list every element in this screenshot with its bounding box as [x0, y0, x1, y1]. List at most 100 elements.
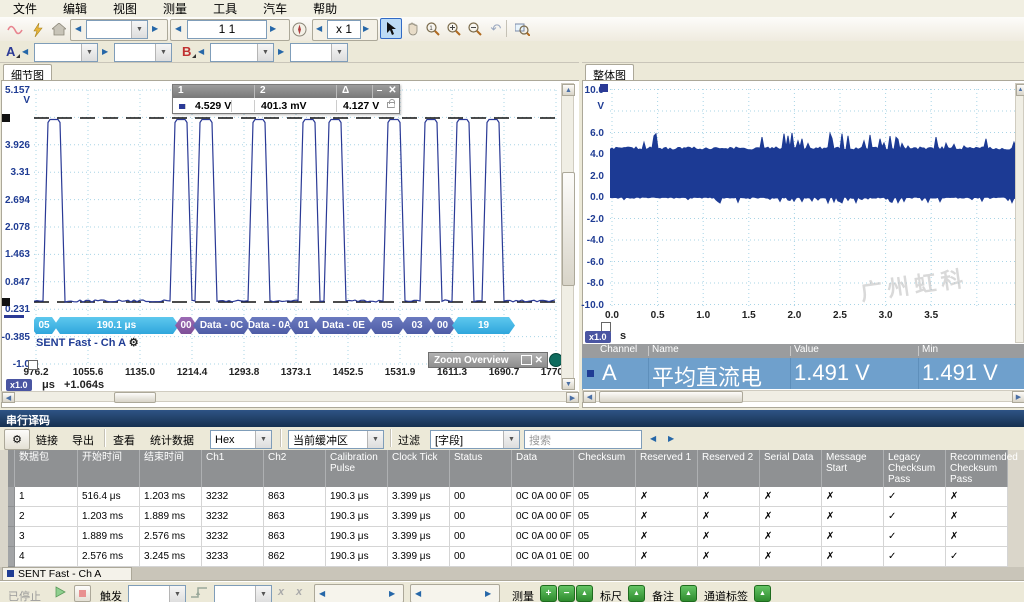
- remove-measurement-button[interactable]: −: [558, 585, 575, 602]
- channel-a-coupling-combo[interactable]: ▼: [114, 43, 172, 62]
- column-header-6[interactable]: Clock Tick: [388, 450, 450, 487]
- menu-item-4[interactable]: 工具: [200, 0, 250, 17]
- scroll-up-icon[interactable]: ▲: [1016, 84, 1024, 96]
- spin-left-icon[interactable]: ◀: [415, 590, 421, 598]
- trigger-marker2-icon[interactable]: x: [296, 586, 302, 598]
- spin-right-icon[interactable]: ▶: [389, 590, 395, 598]
- select-tool-button[interactable]: [380, 18, 402, 39]
- column-header-5[interactable]: Calibration Pulse: [326, 450, 388, 487]
- decode-segment-10[interactable]: 19: [452, 317, 515, 334]
- hscroll-thumb[interactable]: [114, 392, 156, 403]
- channel-b-range-combo[interactable]: ▼: [210, 43, 274, 62]
- menu-item-1[interactable]: 编辑: [50, 0, 100, 17]
- lock-icon[interactable]: [387, 102, 395, 108]
- decode-segment-9[interactable]: 00: [429, 317, 456, 334]
- minimize-icon[interactable]: –: [373, 85, 386, 98]
- detail-hscrollbar[interactable]: ◀ ▶: [1, 391, 578, 402]
- scroll-right-icon[interactable]: ▶: [566, 392, 579, 403]
- column-header-9[interactable]: Checksum: [574, 450, 636, 487]
- export-button[interactable]: 导出: [72, 432, 94, 448]
- column-header-15[interactable]: Recommended Checksum Pass: [946, 450, 1008, 487]
- ruler-legend[interactable]: 1 2 Δ – ✕ 4.529 V 401.3 mV 4.127 V: [172, 84, 400, 114]
- add-measurement-button[interactable]: +: [540, 585, 557, 602]
- zoom-up-icon[interactable]: ▶: [363, 25, 369, 33]
- decode-segment-1[interactable]: 190.1 μs: [54, 317, 179, 334]
- undo-zoom-button[interactable]: ↶: [485, 18, 507, 39]
- close-icon[interactable]: ✕: [535, 355, 543, 366]
- buffer-prev-icon[interactable]: ◀: [175, 25, 181, 33]
- menu-item-0[interactable]: 文件: [0, 0, 50, 17]
- column-header-14[interactable]: Legacy Checksum Pass: [884, 450, 946, 487]
- column-header-10[interactable]: Reserved 1: [636, 450, 698, 487]
- stop-button[interactable]: [74, 585, 91, 602]
- buffer-overview-button[interactable]: [288, 19, 310, 40]
- search-prev-icon[interactable]: ◀: [650, 435, 656, 443]
- field-combo[interactable]: [字段]▼: [430, 430, 520, 449]
- overview-hscrollbar[interactable]: ◀ ▶: [582, 390, 1024, 402]
- restore-icon[interactable]: [521, 355, 532, 365]
- tab-overview[interactable]: 整体图: [585, 64, 634, 81]
- channel-a-menu[interactable]: A: [6, 44, 15, 59]
- column-header-13[interactable]: Message Start: [822, 450, 884, 487]
- ruler-button[interactable]: ▲: [628, 585, 645, 602]
- next-arrow-icon[interactable]: ▶: [152, 25, 158, 33]
- zoom-down-icon[interactable]: ◀: [316, 25, 322, 33]
- vscroll-thumb[interactable]: [562, 172, 575, 286]
- link-button[interactable]: 链接: [36, 432, 58, 448]
- serial-decode-titlebar[interactable]: 串行译码: [0, 410, 1024, 427]
- column-header-8[interactable]: Data: [512, 450, 574, 487]
- column-header-1[interactable]: 开始时间: [78, 450, 140, 487]
- gear-icon[interactable]: ⚙: [129, 337, 139, 349]
- scroll-down-icon[interactable]: ▼: [562, 378, 575, 390]
- view-button[interactable]: 查看: [113, 432, 135, 448]
- note-button[interactable]: ▲: [680, 585, 697, 602]
- column-header-0[interactable]: 数据包: [15, 450, 78, 487]
- column-header-12[interactable]: Serial Data: [760, 450, 822, 487]
- channel-a-prev-icon[interactable]: ◀: [22, 48, 28, 56]
- menu-item-2[interactable]: 视图: [100, 0, 150, 17]
- channel-a-range-combo[interactable]: ▼: [34, 43, 98, 62]
- scroll-left-icon[interactable]: ◀: [2, 392, 15, 403]
- marquee-zoom-button[interactable]: 1: [422, 18, 444, 39]
- decode-segment-6[interactable]: Data - 0E: [314, 317, 373, 334]
- channel-labels-button[interactable]: ▲: [754, 585, 771, 602]
- format-combo[interactable]: Hex▼: [210, 430, 272, 449]
- waveform-view-button[interactable]: [4, 19, 26, 40]
- posttrigger-spinner[interactable]: ◀ ▶: [410, 584, 500, 602]
- quick-measure-button[interactable]: [26, 19, 48, 40]
- zoom-overview-button[interactable]: [511, 18, 533, 39]
- zoom-in-button[interactable]: [443, 18, 465, 39]
- close-icon[interactable]: ✕: [386, 85, 399, 98]
- buffer-next-icon[interactable]: ▶: [270, 25, 276, 33]
- statistics-button[interactable]: 统计数据: [150, 432, 194, 448]
- decode-settings-button[interactable]: ⚙: [4, 429, 30, 450]
- tab-detail-view[interactable]: 细节图: [3, 64, 52, 81]
- trigger-mode-combo[interactable]: ▼: [128, 585, 186, 602]
- channel-a-next-icon[interactable]: ▶: [102, 48, 108, 56]
- pretrigger-spinner[interactable]: ◀ ▶: [314, 584, 404, 602]
- channel-a-axis-marker[interactable]: [4, 315, 24, 318]
- channel-b-next-icon[interactable]: ▶: [278, 48, 284, 56]
- tab-sent-fast-cha[interactable]: SENT Fast - Ch A: [2, 567, 132, 581]
- column-header-4[interactable]: Ch2: [264, 450, 326, 487]
- prev-arrow-icon[interactable]: ◀: [75, 25, 81, 33]
- decode-segment-4[interactable]: Data - 0A: [246, 317, 293, 334]
- scroll-left-icon[interactable]: ◀: [583, 391, 596, 403]
- decode-segment-8[interactable]: 03: [401, 317, 433, 334]
- trigger-edge-button[interactable]: [190, 586, 208, 602]
- column-header-3[interactable]: Ch1: [202, 450, 264, 487]
- x-axis-handle[interactable]: [28, 360, 38, 370]
- spin-right-icon[interactable]: ▶: [485, 590, 491, 598]
- measurement-row[interactable]: A 平均直流电 1.491 V 1.491 V: [582, 358, 1024, 389]
- search-input[interactable]: 搜索: [524, 430, 642, 449]
- decode-segment-5[interactable]: 01: [289, 317, 318, 334]
- filter-button[interactable]: 过滤: [398, 432, 420, 448]
- buffer-combo[interactable]: 当前缓冲区▼: [288, 430, 384, 449]
- spin-left-icon[interactable]: ◀: [319, 590, 325, 598]
- channel-b-prev-icon[interactable]: ◀: [198, 48, 204, 56]
- scroll-right-icon[interactable]: ▶: [1012, 391, 1024, 403]
- start-button[interactable]: [54, 586, 66, 601]
- column-header-2[interactable]: 结束时间: [140, 450, 202, 487]
- buffer-number-field[interactable]: 1 1: [187, 20, 267, 39]
- pan-tool-button[interactable]: [401, 18, 423, 39]
